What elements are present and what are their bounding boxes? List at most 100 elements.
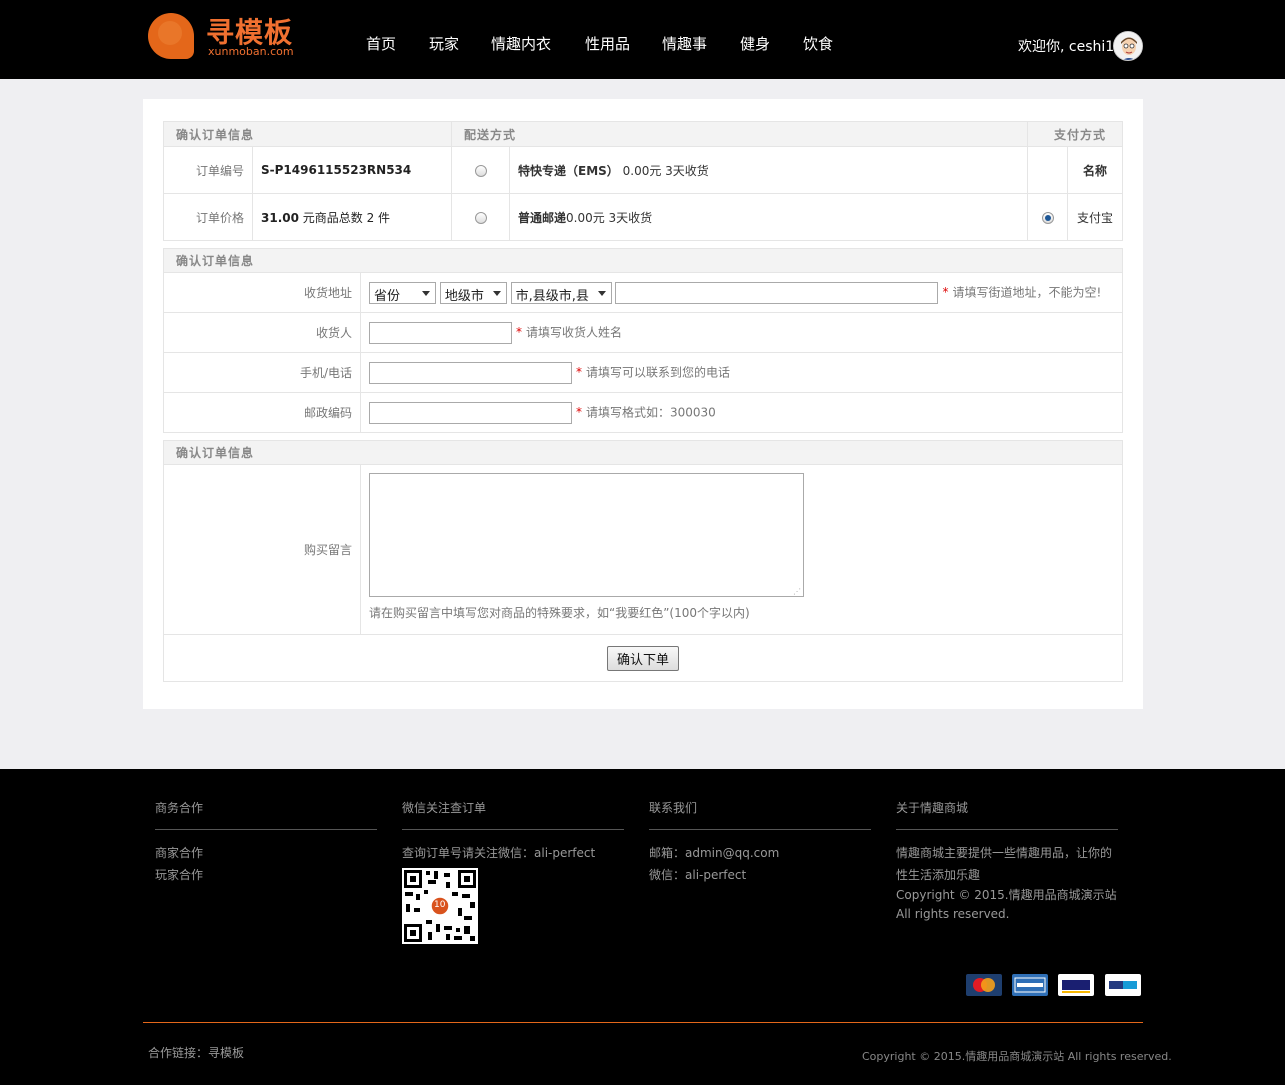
receiver-required-mark: * <box>516 325 522 339</box>
footer-email: 邮箱：admin@qq.com <box>649 846 780 860</box>
nav-item-players[interactable]: 玩家 <box>429 33 459 54</box>
welcome-text[interactable]: 欢迎你, ceshi1 <box>1018 36 1114 56</box>
payment-alipay-radio-cell <box>1027 193 1068 241</box>
mastercard-icon <box>966 974 1002 996</box>
zip-required-mark: * <box>576 405 582 419</box>
address-table: 确认订单信息 收货地址 省份 地级市 市,县级市,县 * 请填写街道地址，不能为空… <box>163 248 1123 433</box>
delivery-normal-name: 普通邮递 <box>518 210 567 225</box>
footer-about-copyright: Copyright © 2015.情趣用品商城演示站 <box>896 888 1117 902</box>
wechat-qr-code: 10 <box>402 868 478 944</box>
payment-alipay-radio[interactable] <box>1041 211 1054 224</box>
phone-hint: 请填写可以联系到您的电话 <box>586 365 731 379</box>
qr-badge: 10 <box>434 900 446 910</box>
nav-item-stories[interactable]: 情趣事 <box>662 33 707 54</box>
order-price-rest: 元商品总数 2 件 <box>298 210 391 225</box>
message-textarea[interactable]: ⋰ <box>369 473 804 597</box>
address-label: 收货地址 <box>163 272 361 313</box>
message-header: 确认订单信息 <box>163 440 1123 465</box>
order-info-table: 确认订单信息 配送方式 支付方式 订单编号 S-P1496115523RN534… <box>163 121 1123 241</box>
receiver-hint: 请填写收货人姓名 <box>526 325 623 339</box>
user-avatar-icon <box>1114 32 1142 60</box>
site-footer: 商务合作 商家合作 玩家合作 微信关注查订单 查询订单号请关注微信：ali-pe… <box>0 769 1285 1085</box>
delivery-ems-option[interactable]: 特快专递（EMS） 0.00元 3天收货 <box>509 146 1028 194</box>
phone-field-cell: * 请填写可以联系到您的电话 <box>360 352 1123 393</box>
province-select[interactable]: 省份 <box>369 281 436 304</box>
nav-item-home[interactable]: 首页 <box>366 33 396 54</box>
delivery-ems-radio[interactable] <box>474 164 487 177</box>
order-price-value: 31.00 元商品总数 2 件 <box>252 193 452 241</box>
order-no-value: S-P1496115523RN534 <box>252 146 452 194</box>
address-required-mark: * <box>942 285 949 299</box>
avatar[interactable] <box>1113 31 1143 61</box>
confirm-order-button[interactable]: 确认下单 <box>606 645 679 671</box>
order-panel: 确认订单信息 配送方式 支付方式 订单编号 S-P1496115523RN534… <box>143 99 1143 709</box>
submit-cell: 确认下单 <box>163 634 1123 682</box>
paypal-logo-icon <box>1109 981 1137 989</box>
zip-label: 邮政编码 <box>163 392 361 433</box>
payment-name-header: 名称 <box>1067 146 1123 194</box>
visa-icon <box>1058 974 1094 996</box>
phone-label: 手机/电话 <box>163 352 361 393</box>
order-price-label: 订单价格 <box>163 193 253 241</box>
phone-input[interactable] <box>369 361 572 384</box>
delivery-normal-option[interactable]: 普通邮递0.00元 3天收货 <box>509 193 1028 241</box>
order-no-label: 订单编号 <box>163 146 253 194</box>
delivery-ems-name: 特快专递（EMS） <box>518 163 619 178</box>
footer-wechat-title: 微信关注查订单 <box>402 799 624 830</box>
footer-about-text-1: 情趣商城主要提供一些情趣用品，让你的 <box>896 846 1113 860</box>
message-label: 购买留言 <box>163 464 361 635</box>
delivery-normal-detail: 0.00元 3天收货 <box>566 210 653 225</box>
nav-item-lingerie[interactable]: 情趣内衣 <box>491 33 551 54</box>
delivery-header: 配送方式 <box>451 121 1028 147</box>
nav-item-fitness[interactable]: 健身 <box>740 33 770 54</box>
city-select[interactable]: 地级市 <box>439 281 507 304</box>
footer-business-column: 商务合作 商家合作 玩家合作 <box>155 799 377 886</box>
zip-hint: 请填写格式如：300030 <box>586 405 716 419</box>
partner-links[interactable]: 合作链接：寻模板 <box>148 1044 244 1061</box>
delivery-normal-radio[interactable] <box>474 211 487 224</box>
message-hint: 请在购买留言中填写您对商品的特殊要求，如“我要红色”(100个字以内) <box>369 606 750 620</box>
resize-handle-icon[interactable]: ⋰ <box>793 587 801 596</box>
address-hint: 请填写街道地址，不能为空! <box>952 285 1102 299</box>
amex-icon <box>1012 974 1048 996</box>
footer-divider <box>143 1022 1143 1023</box>
footer-wechat-text: 查询订单号请关注微信：ali-perfect <box>402 846 596 860</box>
mastercard-logo-icon <box>973 978 995 992</box>
receiver-label: 收货人 <box>163 312 361 353</box>
street-address-input[interactable] <box>615 281 939 304</box>
receiver-name-input[interactable] <box>369 321 512 344</box>
address-field-cell: 省份 地级市 市,县级市,县 * 请填写街道地址，不能为空! <box>360 272 1123 313</box>
paypal-icon <box>1105 974 1141 996</box>
receiver-field-cell: * 请填写收货人姓名 <box>360 312 1123 353</box>
nav-item-products[interactable]: 性用品 <box>585 33 630 54</box>
order-price-amount: 31.00 <box>261 210 299 225</box>
delivery-ems-detail: 0.00元 3天收货 <box>622 163 709 178</box>
footer-player-link[interactable]: 玩家合作 <box>155 864 377 886</box>
nav-item-food[interactable]: 饮食 <box>803 33 833 54</box>
footer-about-text-2: 性生活添加乐趣 <box>896 868 981 882</box>
message-table: 确认订单信息 购买留言 ⋰ 请在购买留言中填写您对商品的特殊要求，如“我要红色”… <box>163 440 1123 682</box>
footer-wechat-column: 微信关注查订单 查询订单号请关注微信：ali-perfect 10 <box>402 799 624 944</box>
footer-wechat-id: 微信：ali-perfect <box>649 868 747 882</box>
delivery-normal-radio-cell <box>451 193 510 241</box>
footer-copyright: Copyright © 2015.情趣用品商城演示站 All rights re… <box>862 1050 1172 1063</box>
footer-contact-column: 联系我们 邮箱：admin@qq.com 微信：ali-perfect <box>649 799 871 886</box>
footer-about-rights: All rights reserved. <box>896 907 1010 921</box>
delivery-ems-radio-cell <box>451 146 510 194</box>
footer-about-column: 关于情趣商城 情趣商城主要提供一些情趣用品，让你的 性生活添加乐趣 Copyri… <box>896 799 1118 924</box>
footer-business-title: 商务合作 <box>155 799 377 830</box>
site-logo[interactable]: 寻模板 xunmoban.com <box>148 13 308 63</box>
payment-header: 支付方式 <box>1027 121 1123 147</box>
amex-logo-icon <box>1014 977 1046 993</box>
phone-required-mark: * <box>576 365 582 379</box>
message-field-cell: ⋰ 请在购买留言中填写您对商品的特殊要求，如“我要红色”(100个字以内) <box>360 464 1123 635</box>
address-header: 确认订单信息 <box>163 248 1123 273</box>
payment-radio-header-cell <box>1027 146 1068 194</box>
zip-input[interactable] <box>369 401 572 424</box>
payment-alipay-label[interactable]: 支付宝 <box>1067 193 1123 241</box>
logo-mark-icon <box>148 13 194 59</box>
footer-merchant-link[interactable]: 商家合作 <box>155 842 377 864</box>
zip-field-cell: * 请填写格式如：300030 <box>360 392 1123 433</box>
logo-subtitle: xunmoban.com <box>208 45 294 58</box>
county-select[interactable]: 市,县级市,县 <box>510 281 612 304</box>
